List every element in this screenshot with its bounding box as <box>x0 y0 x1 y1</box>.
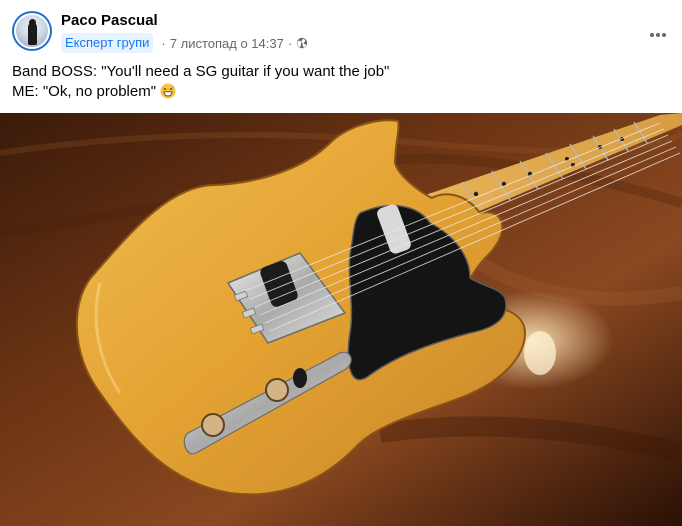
globe-icon[interactable] <box>296 37 308 49</box>
post-text: Band BOSS: "You'll need a SG guitar if y… <box>12 62 672 102</box>
post-text-line-1: Band BOSS: "You'll need a SG guitar if y… <box>12 63 390 80</box>
volume-knob <box>265 378 289 402</box>
tone-knob <box>201 413 225 437</box>
more-options-button[interactable] <box>640 16 676 52</box>
post-header: Paco Pascual Експерт групи · 7 листопад … <box>12 11 672 55</box>
facebook-post: Paco Pascual Експерт групи · 7 листопад … <box>0 0 682 526</box>
post-meta: Експерт групи · 7 листопад о 14:37 · <box>61 33 308 53</box>
post-timestamp[interactable]: 7 листопад о 14:37 <box>170 36 284 51</box>
post-photo[interactable] <box>0 113 682 526</box>
meta-separator-2: · <box>287 35 293 51</box>
avatar-image <box>14 13 50 49</box>
author-avatar[interactable] <box>12 11 52 51</box>
grinning-sweat-emoji-icon <box>160 83 176 99</box>
more-dots-icon <box>649 25 667 43</box>
author-name[interactable]: Paco Pascual <box>61 12 158 29</box>
post-text-line-2-content: ME: "Ok, no problem" <box>12 83 157 100</box>
selector-switch <box>293 368 307 388</box>
avatar-figure-shape <box>28 23 37 45</box>
group-expert-badge[interactable]: Експерт групи <box>61 33 154 53</box>
table-reflection <box>524 331 556 375</box>
post-text-line-2: ME: "Ok, no problem" <box>12 82 672 102</box>
meta-separator: · <box>161 35 166 51</box>
